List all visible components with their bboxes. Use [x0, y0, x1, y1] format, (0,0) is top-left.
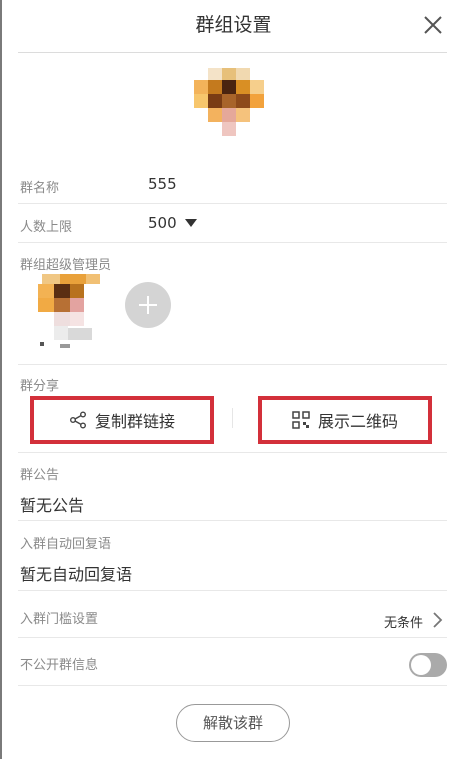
private-info-toggle[interactable] — [409, 653, 447, 677]
copy-link-label: 复制群链接 — [94, 412, 175, 431]
private-info-label: 不公开群信息 — [20, 658, 99, 673]
announcement-label: 群公告 — [20, 468, 60, 483]
plus-icon — [139, 296, 157, 314]
group-name-value[interactable]: 555 — [148, 175, 177, 193]
join-threshold-value[interactable]: 无条件 — [384, 612, 423, 631]
add-admin-button[interactable] — [125, 282, 171, 328]
divider — [18, 520, 447, 521]
page-title: 群组设置 — [195, 14, 272, 36]
divider — [18, 203, 447, 204]
divider — [18, 242, 447, 243]
share-icon — [69, 411, 86, 429]
divider — [18, 685, 447, 686]
admin-avatar[interactable] — [34, 272, 102, 356]
copy-link-button[interactable]: 复制群链接 — [30, 396, 214, 444]
share-separator — [232, 408, 233, 428]
chevron-right-icon[interactable] — [430, 611, 444, 629]
member-limit-label: 人数上限 — [20, 220, 73, 235]
admins-label: 群组超级管理员 — [20, 258, 112, 273]
dissolve-group-button[interactable]: 解散该群 — [176, 704, 290, 742]
caret-down-icon[interactable] — [185, 219, 197, 227]
group-name-label: 群名称 — [20, 181, 60, 196]
header-divider — [18, 52, 447, 53]
group-avatar[interactable] — [194, 68, 272, 138]
divider — [18, 452, 447, 453]
show-qr-label: 展示二维码 — [317, 412, 398, 431]
window-left-border — [0, 0, 2, 759]
divider — [18, 364, 447, 365]
header: 群组设置 — [2, 0, 465, 50]
auto-reply-value[interactable]: 暂无自动回复语 — [20, 561, 132, 585]
share-label: 群分享 — [20, 379, 60, 394]
divider — [18, 637, 447, 638]
auto-reply-label: 入群自动回复语 — [20, 537, 112, 552]
toggle-knob — [411, 655, 431, 675]
join-threshold-label: 入群门槛设置 — [20, 612, 99, 627]
close-icon[interactable] — [421, 13, 445, 37]
member-limit-value[interactable]: 500 — [148, 214, 177, 232]
divider — [18, 590, 447, 591]
show-qr-button[interactable]: 展示二维码 — [258, 396, 432, 444]
qr-code-icon — [292, 411, 310, 429]
announcement-value[interactable]: 暂无公告 — [20, 492, 84, 516]
